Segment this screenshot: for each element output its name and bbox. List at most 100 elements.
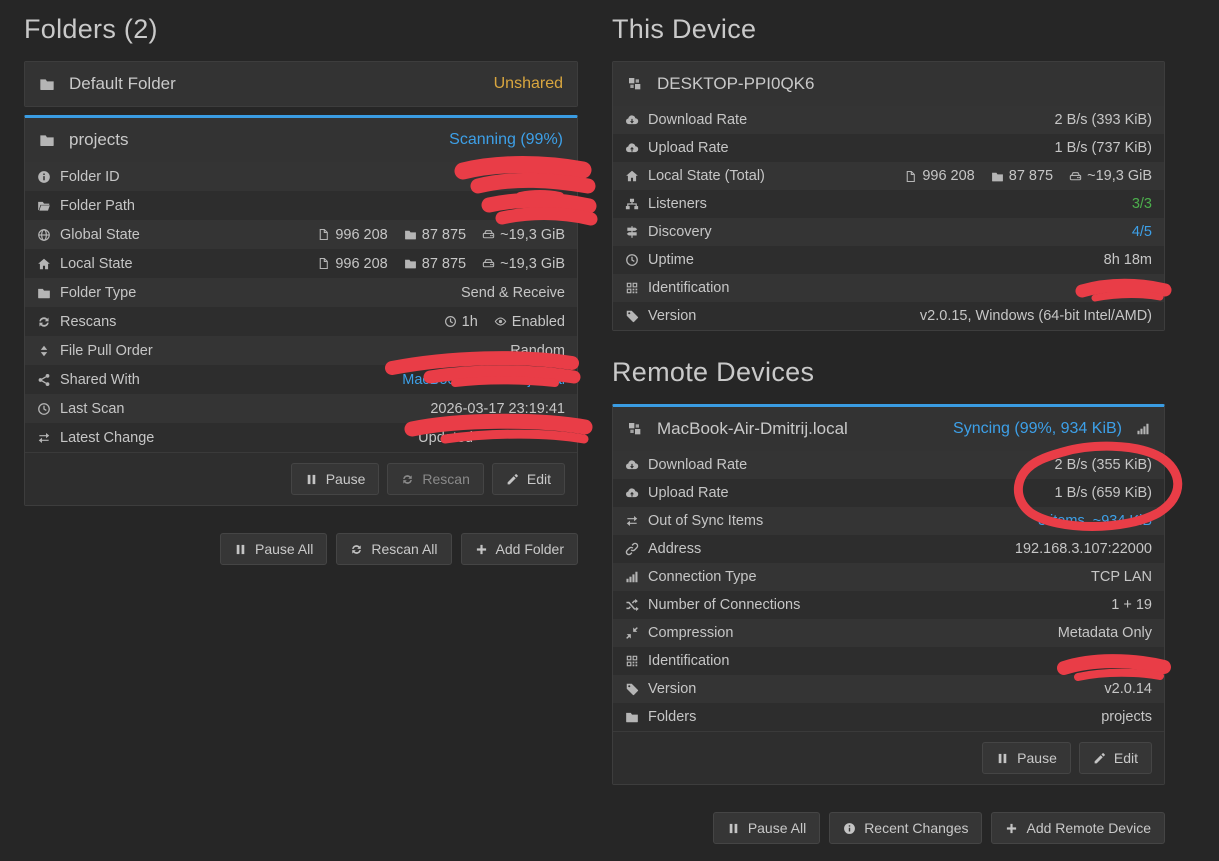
row-value: 2026-03-17 23:19:41 [430,401,565,417]
row-value: 192.168.3.107:22000 [1015,541,1152,557]
file-icon [317,228,330,241]
row-value: Metadata Only [1058,625,1152,641]
row-label: Listeners [648,196,707,212]
row-label: Download Rate [648,112,747,128]
row-file-pull-order: File Pull Order Random [25,336,577,365]
row-value: 1 + 19 [1111,597,1152,613]
folder-status-scanning: Scanning (99%) [449,131,563,149]
row-value: Updated [418,430,473,446]
folder-icon [39,76,55,92]
total-size: ~19,3 GiB [1087,168,1152,184]
rescan-all-button[interactable]: Rescan All [336,533,451,565]
row-label: Version [648,681,696,697]
edit-button[interactable]: Edit [492,463,565,495]
row-listeners: Listeners 3/3 [613,190,1164,218]
pause-all-button[interactable]: Pause All [220,533,327,565]
row-version: Version v2.0.15, Windows (64-bit Intel/A… [613,302,1164,330]
info-circle-icon [843,822,856,835]
row-label: Rescans [60,314,116,330]
folder-footer: Pause Rescan Edit [25,452,577,505]
row-version: Version v2.0.14 [613,675,1164,703]
row-connection-type: Connection Type TCP LAN [613,563,1164,591]
folder-panel-projects: projects Scanning (99%) Folder ID Folder… [24,115,578,506]
local-size: ~19,3 GiB [500,256,565,272]
row-upload-rate: Upload Rate 1 B/s (737 KiB) [613,134,1164,162]
this-device-header[interactable]: DESKTOP-PPI0QK6 [613,62,1164,106]
add-remote-device-button[interactable]: Add Remote Device [991,812,1165,844]
device-icon [627,76,643,92]
this-device-panel: DESKTOP-PPI0QK6 Download Rate 2 B/s (393… [612,61,1165,331]
discovery-value[interactable]: 4/5 [1132,224,1152,240]
share-icon [37,373,51,387]
row-value: v2.0.15, Windows (64-bit Intel/AMD) [920,308,1152,324]
folders-actions: Pause All Rescan All Add Folder [24,533,578,565]
row-value: 1 B/s (659 KiB) [1054,485,1152,501]
row-label: Connection Type [648,569,757,585]
file-icon [317,257,330,270]
row-shared-with: Shared With MacBook-Air-Dmitrij.local [25,365,577,394]
global-files: 996 208 [335,227,387,243]
edit-button[interactable]: Edit [1079,742,1152,774]
rescan-button[interactable]: Rescan [387,463,483,495]
sitemap-icon [625,197,639,211]
plus-icon [1005,822,1018,835]
row-value: Send & Receive [461,285,565,301]
remote-device-header[interactable]: MacBook-Air-Dmitrij.local Syncing (99%, … [613,407,1164,451]
row-value: Random [510,343,565,359]
refresh-icon [401,473,414,486]
folder-status-unshared: Unshared [494,75,563,93]
local-files: 996 208 [335,256,387,272]
compress-icon [625,626,639,640]
this-device-table: Download Rate 2 B/s (393 KiB) Upload Rat… [613,106,1164,330]
listeners-value: 3/3 [1132,196,1152,212]
pause-icon [996,752,1009,765]
folder-icon [625,710,639,724]
row-compression: Compression Metadata Only [613,619,1164,647]
qrcode-icon [625,281,639,295]
link-icon [625,542,639,556]
pause-button[interactable]: Pause [982,742,1071,774]
devices-actions: Pause All Recent Changes Add Remote Devi… [612,812,1165,844]
row-label: Folder ID [60,169,120,185]
row-discovery: Discovery 4/5 [613,218,1164,246]
cloud-download-icon [625,113,639,127]
row-label: Shared With [60,372,140,388]
row-rescans: Rescans 1h Enabled [25,307,577,336]
global-size: ~19,3 GiB [500,227,565,243]
home-icon [37,257,51,271]
recent-changes-button[interactable]: Recent Changes [829,812,982,844]
row-local-state: Local State 996 208 87 875 ~19,3 GiB [25,249,577,278]
devices-column: This Device DESKTOP-PPI0QK6 Download Rat… [612,10,1165,844]
remote-device-panel: MacBook-Air-Dmitrij.local Syncing (99%, … [612,404,1165,785]
folder-header-projects[interactable]: projects Scanning (99%) [25,118,577,162]
pause-button[interactable]: Pause [291,463,380,495]
pause-all-button[interactable]: Pause All [713,812,820,844]
folder-name: projects [69,130,129,150]
row-label: Version [648,308,696,324]
folder-open-icon [37,199,51,213]
cloud-upload-icon [625,486,639,500]
remote-device-table: Download Rate 2 B/s (355 KiB) Upload Rat… [613,451,1164,731]
row-global-state: Global State 996 208 87 875 ~19,3 GiB [25,220,577,249]
sort-icon [37,344,51,358]
shared-with-device-link[interactable]: MacBook-Air-Dmitrij.local [402,372,565,388]
add-folder-button[interactable]: Add Folder [461,533,578,565]
folder-header-default[interactable]: Default Folder Unshared [25,62,577,106]
tag-icon [625,309,639,323]
folder-name: Default Folder [69,74,176,94]
row-label: Folders [648,709,696,725]
row-label: Local State [60,256,133,272]
plus-icon [475,543,488,556]
map-signs-icon [625,225,639,239]
row-value: 1 B/s (737 KiB) [1054,140,1152,156]
row-identification: Identification [613,274,1164,302]
refresh-icon [350,543,363,556]
row-upload-rate: Upload Rate 1 B/s (659 KiB) [613,479,1164,507]
row-latest-change: Latest Change Updated [25,423,577,452]
row-download-rate: Download Rate 2 B/s (355 KiB) [613,451,1164,479]
row-local-state-total: Local State (Total) 996 208 87 875 ~19,3… [613,162,1164,190]
device-name: DESKTOP-PPI0QK6 [657,74,814,94]
row-folder-type: Folder Type Send & Receive [25,278,577,307]
row-folder-id: Folder ID [25,162,577,191]
out-of-sync-link[interactable]: 3 items, ~934 KiB [1038,513,1152,529]
